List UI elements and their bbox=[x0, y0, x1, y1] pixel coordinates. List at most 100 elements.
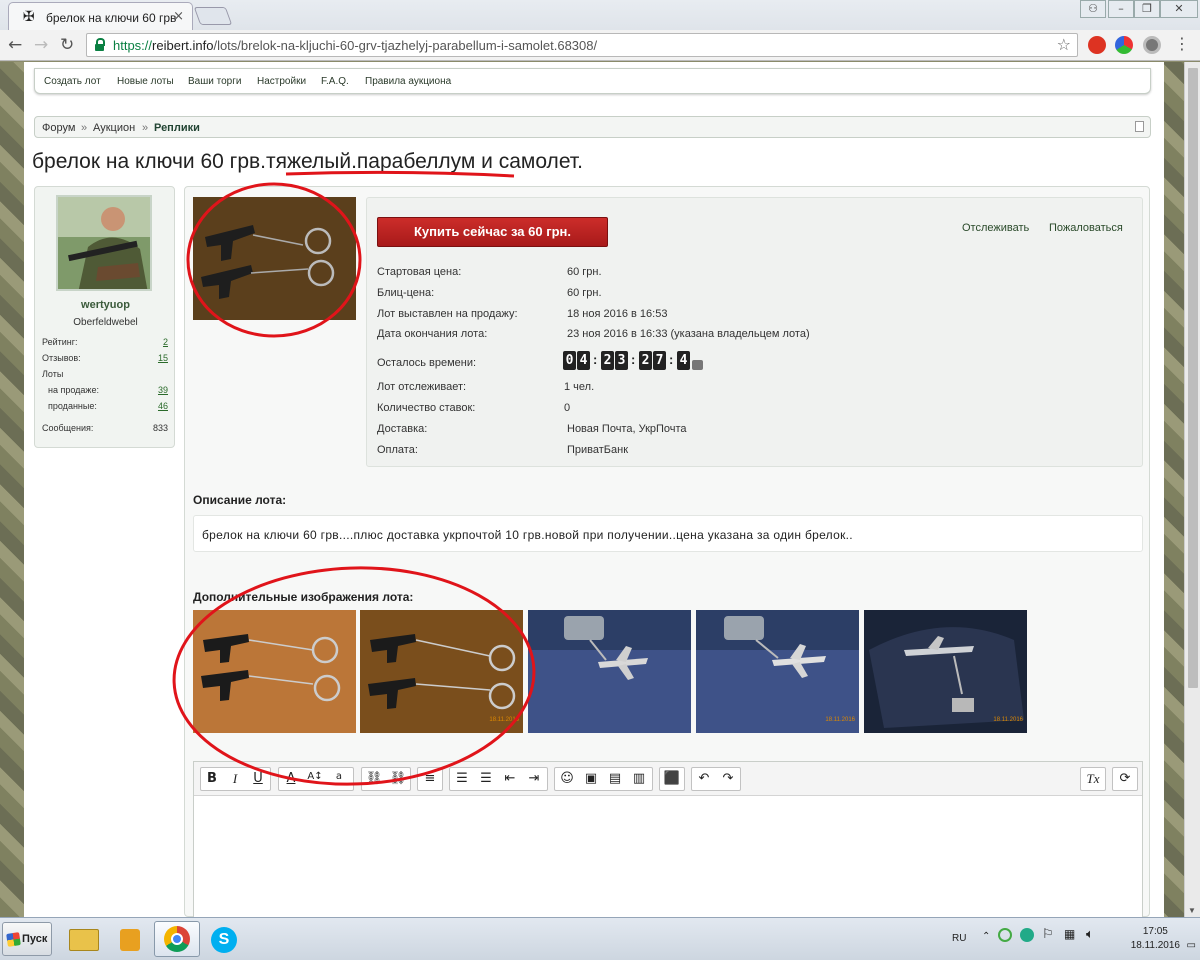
nav-your-auctions[interactable]: Ваши торги bbox=[188, 76, 241, 87]
opera-extension-icon[interactable] bbox=[1088, 36, 1106, 54]
align-icon[interactable]: ≡ bbox=[419, 771, 441, 786]
font-family-icon[interactable]: a bbox=[328, 771, 350, 782]
additional-images-heading: Дополнительные изображения лота: bbox=[193, 590, 414, 604]
browser-tab[interactable]: ✠ брелок на ключи 60 грв. × bbox=[8, 2, 193, 30]
start-button[interactable]: Пуск bbox=[2, 922, 52, 956]
avatar[interactable] bbox=[56, 195, 152, 291]
address-bar[interactable]: https://reibert.info/lots/brelok-na-klju… bbox=[86, 33, 1078, 57]
breadcrumb-current[interactable]: Реплики bbox=[154, 122, 200, 134]
breadcrumb-auction[interactable]: Аукцион bbox=[93, 122, 135, 134]
bold-icon[interactable]: B bbox=[201, 771, 223, 786]
media-icon[interactable]: ▤ bbox=[604, 771, 626, 786]
chrome-taskbar-button[interactable] bbox=[154, 921, 200, 957]
unlink-icon[interactable]: ⛓ bbox=[387, 771, 409, 786]
new-tab-button[interactable] bbox=[193, 7, 233, 25]
nav-rules[interactable]: Правила аукциона bbox=[365, 76, 451, 87]
seller-username[interactable]: wertyuop bbox=[35, 299, 176, 311]
iron-cross-icon: ✠ bbox=[23, 9, 35, 25]
page-icon bbox=[1135, 121, 1144, 132]
restore-button[interactable]: ❐ bbox=[1134, 0, 1160, 18]
underline-icon[interactable]: U bbox=[247, 771, 269, 786]
stat-reviews: Отзывов: 15 bbox=[42, 353, 168, 363]
breadcrumb-forum[interactable]: Форум bbox=[42, 122, 75, 134]
tray-app-icon[interactable] bbox=[998, 928, 1012, 942]
show-hidden-icons[interactable]: ⌃ bbox=[982, 931, 990, 942]
remove-format-icon[interactable]: Tx bbox=[1082, 771, 1104, 787]
seller-card: wertyuop Oberfeldwebel Рейтинг: 2 Отзывов… bbox=[34, 186, 175, 448]
buy-now-button[interactable]: Купить сейчас за 60 грн. bbox=[377, 217, 608, 247]
network-icon[interactable]: ▦ bbox=[1064, 927, 1075, 941]
colorful-extension-icon[interactable] bbox=[1115, 36, 1133, 54]
reload-icon[interactable]: ↻ bbox=[60, 35, 74, 55]
extension-icon[interactable] bbox=[1143, 36, 1161, 54]
camera-icon[interactable]: ⬛ bbox=[661, 771, 683, 786]
smiley-icon[interactable]: ☺ bbox=[556, 771, 578, 786]
system-tray: ⌃ ⚐ ▦ 🔈︎ 17:05 18.11.2016 ▭ bbox=[968, 918, 1200, 960]
close-tab-icon[interactable]: × bbox=[173, 9, 184, 24]
clock[interactable]: 17:05 18.11.2016 bbox=[1131, 925, 1180, 953]
undo-icon[interactable]: ↶ bbox=[693, 771, 715, 786]
indent-icon[interactable]: ⇥ bbox=[523, 771, 545, 786]
font-color-icon[interactable]: A bbox=[280, 771, 302, 786]
show-desktop-icon[interactable]: ▭ bbox=[1187, 940, 1196, 951]
scroll-down-icon[interactable]: ▼ bbox=[1188, 906, 1196, 915]
media-player-taskbar-button[interactable] bbox=[106, 921, 152, 957]
outdent-icon[interactable]: ⇤ bbox=[499, 771, 521, 786]
top-navigation: Создать лот Новые лоты Ваши торги Настро… bbox=[34, 68, 1151, 94]
user-icon[interactable]: ⚇ bbox=[1080, 0, 1106, 18]
bullet-list-icon[interactable]: ☰ bbox=[451, 771, 473, 786]
thumb-image-3[interactable] bbox=[528, 610, 691, 733]
nav-faq[interactable]: F.A.Q. bbox=[321, 76, 349, 87]
page-scrollbar[interactable]: ▼ bbox=[1184, 62, 1200, 917]
image-icon[interactable]: ▣ bbox=[580, 771, 602, 786]
thumb-image-2[interactable]: 18.11.2016 bbox=[360, 610, 523, 733]
stat-sold: проданные: 46 bbox=[48, 401, 168, 411]
page-viewport: Создать лот Новые лоты Ваши торги Настро… bbox=[0, 62, 1200, 917]
site-content: Создать лот Новые лоты Ваши торги Настро… bbox=[24, 62, 1164, 917]
seller-rank: Oberfeldwebel bbox=[73, 317, 138, 328]
forward-icon[interactable]: → bbox=[34, 35, 48, 55]
bookmark-star-icon[interactable]: ☆ bbox=[1057, 35, 1071, 54]
font-size-icon[interactable]: A↕ bbox=[304, 771, 326, 782]
explorer-taskbar-button[interactable] bbox=[60, 921, 106, 957]
back-icon[interactable]: ← bbox=[8, 35, 22, 55]
nav-settings[interactable]: Настройки bbox=[257, 76, 306, 87]
scrollbar-thumb[interactable] bbox=[1188, 68, 1198, 688]
menu-icon[interactable]: ⋮ bbox=[1174, 34, 1190, 53]
stat-messages: Сообщения: 833 bbox=[42, 423, 168, 433]
description-box: брелок на ключи 60 грв....плюс доставка … bbox=[193, 515, 1143, 552]
italic-icon[interactable]: I bbox=[224, 771, 246, 787]
tray-sync-icon[interactable] bbox=[1020, 928, 1034, 942]
reply-editor[interactable]: B I U A A↕ a ⛓ ⛓ ≡ ☰ ☰ ⇤ ⇥ ☺ ▣ ▤ ▥ ⬛ ↶ ↷… bbox=[193, 761, 1143, 917]
browser-titlebar: ✠ брелок на ключи 60 грв. × ⚇ – ❐ ✕ bbox=[0, 0, 1200, 30]
editor-toolbar: B I U A A↕ a ⛓ ⛓ ≡ ☰ ☰ ⇤ ⇥ ☺ ▣ ▤ ▥ ⬛ ↶ ↷… bbox=[194, 762, 1142, 796]
lot-info: Купить сейчас за 60 грн. Отслеживать Пож… bbox=[366, 197, 1143, 467]
thumb-image-1[interactable] bbox=[193, 610, 356, 733]
watch-link[interactable]: Отслеживать bbox=[962, 222, 1029, 234]
volume-icon[interactable]: 🔈︎ bbox=[1086, 926, 1094, 942]
thumb-image-5[interactable]: 18.11.2016 bbox=[864, 610, 1027, 733]
report-link[interactable]: Пожаловаться bbox=[1049, 222, 1123, 234]
language-indicator[interactable]: RU bbox=[952, 933, 966, 944]
skype-taskbar-button[interactable]: S bbox=[200, 921, 246, 957]
page-title: брелок на ключи 60 грв.тяжелый.парабеллу… bbox=[32, 150, 583, 173]
countdown-partial-digit bbox=[692, 360, 703, 370]
minimize-button[interactable]: – bbox=[1108, 0, 1134, 18]
lot-main-image[interactable] bbox=[193, 197, 356, 320]
nav-create-lot[interactable]: Создать лот bbox=[44, 76, 101, 87]
windows-icon bbox=[6, 932, 21, 947]
close-window-button[interactable]: ✕ bbox=[1160, 0, 1198, 18]
flag-icon[interactable]: ⚐ bbox=[1042, 926, 1054, 942]
taskbar: Пуск S RU ⌃ ⚐ ▦ 🔈︎ 17:05 18.11.2016 ▭ bbox=[0, 917, 1200, 960]
toggle-source-icon[interactable]: ⟳ bbox=[1114, 771, 1136, 786]
breadcrumb: Форум » Аукцион » Реплики bbox=[34, 116, 1151, 138]
description-heading: Описание лота: bbox=[193, 493, 287, 507]
nav-new-lots[interactable]: Новые лоты bbox=[117, 76, 174, 87]
redo-icon[interactable]: ↷ bbox=[717, 771, 739, 786]
quote-icon[interactable]: ▥ bbox=[628, 771, 650, 786]
link-icon[interactable]: ⛓ bbox=[363, 771, 385, 786]
stat-on-sale: на продаже: 39 bbox=[48, 385, 168, 395]
tab-title: брелок на ключи 60 грв. bbox=[46, 11, 176, 25]
numbered-list-icon[interactable]: ☰ bbox=[475, 771, 497, 786]
thumb-image-4[interactable]: 18.11.2016 bbox=[696, 610, 859, 733]
